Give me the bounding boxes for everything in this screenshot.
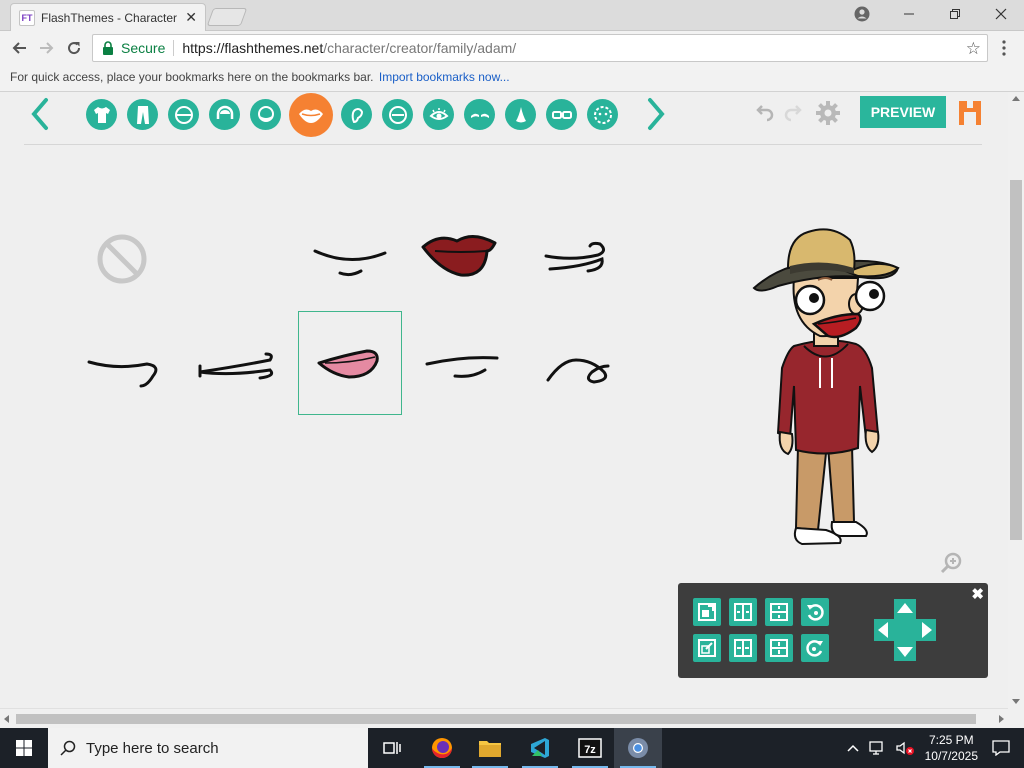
mouth-option-pink-lips[interactable] [298, 311, 402, 415]
eye-shape-category-icon[interactable] [382, 99, 413, 130]
system-tray: 7:25 PM 10/7/2025 [847, 728, 1024, 768]
file-explorer-icon[interactable] [466, 728, 514, 768]
save-icon[interactable] [958, 100, 982, 126]
back-arrow-icon[interactable] [8, 37, 30, 59]
eye-category-icon[interactable] [423, 99, 454, 130]
address-bar[interactable]: Secure https://flashthemes.net/character… [92, 34, 988, 62]
task-view-icon[interactable] [368, 728, 416, 768]
chrome-icon[interactable] [614, 728, 662, 768]
mask-category-icon[interactable] [587, 99, 618, 130]
profile-icon[interactable] [852, 4, 872, 24]
redo-icon[interactable] [782, 102, 802, 122]
tab-strip: FT FlashThemes - Character ✕ [0, 0, 1024, 31]
mouth-option-curl-line[interactable] [525, 207, 629, 311]
url-path: /character/creator/family/adam/ [323, 40, 517, 56]
shrink-horizontal-icon[interactable] [729, 634, 757, 662]
scroll-left-icon[interactable] [4, 715, 9, 723]
mouth-option-smirk-line[interactable] [298, 207, 402, 311]
no-selection-icon [97, 234, 147, 284]
clock-date: 10/7/2025 [924, 749, 978, 763]
preview-button[interactable]: PREVIEW [860, 96, 946, 128]
tab-close-icon[interactable]: ✕ [185, 9, 197, 26]
transform-panel: ✖ [678, 583, 988, 678]
lock-icon [103, 41, 113, 55]
mouth-option-hook-line[interactable] [70, 314, 174, 418]
character-creator-page: PREVIEW ✖ [0, 92, 1008, 708]
windows-start-icon[interactable] [0, 728, 48, 768]
secure-label: Secure [121, 40, 166, 56]
browser-tab[interactable]: FT FlashThemes - Character ✕ [10, 3, 206, 31]
url-host: https://flashthemes.net [182, 40, 324, 56]
horizontal-scroll-thumb[interactable] [16, 714, 976, 724]
close-window-button[interactable] [978, 0, 1024, 28]
scale-down-icon[interactable] [693, 634, 721, 662]
mouth-option-wide-line[interactable] [183, 314, 287, 418]
bookmarks-bar: For quick access, place your bookmarks h… [0, 64, 1024, 92]
ear-category-icon[interactable] [341, 99, 372, 130]
bookmarks-hint: For quick access, place your bookmarks h… [10, 70, 374, 84]
hair-category-icon[interactable] [209, 99, 240, 130]
clock-time: 7:25 PM [928, 733, 974, 747]
bookmark-star-icon[interactable]: ☆ [966, 39, 981, 59]
stretch-horizontal-icon[interactable] [729, 598, 757, 626]
svg-text:7z: 7z [584, 744, 596, 756]
tab-title: FlashThemes - Character [41, 10, 178, 25]
forward-arrow-icon[interactable] [36, 37, 58, 59]
zoom-icon[interactable] [940, 552, 962, 574]
reload-icon[interactable] [63, 37, 85, 59]
rotate-right-icon[interactable] [801, 634, 829, 662]
import-bookmarks-link[interactable]: Import bookmarks now... [379, 70, 510, 84]
mouth-category-icon[interactable] [289, 93, 333, 137]
toolbar-divider [24, 144, 982, 145]
scale-up-icon[interactable] [693, 598, 721, 626]
7zip-icon[interactable]: 7z [566, 728, 614, 768]
new-tab-button[interactable] [206, 8, 248, 26]
restore-button[interactable] [932, 0, 978, 28]
character-preview [752, 228, 900, 546]
taskbar-clock[interactable]: 7:25 PM 10/7/2025 [925, 732, 978, 764]
shirt-category-icon[interactable] [86, 99, 117, 130]
scroll-down-icon[interactable] [1012, 699, 1020, 704]
network-icon[interactable] [868, 740, 887, 756]
facial-hair-category-icon[interactable] [250, 99, 281, 130]
horizontal-scrollbar[interactable] [0, 708, 1008, 728]
category-toolbar [86, 93, 628, 137]
mouth-option-dark-red-lips[interactable] [410, 207, 514, 311]
flashthemes-favicon-icon: FT [19, 9, 35, 26]
chevron-up-icon[interactable] [847, 743, 859, 753]
pants-category-icon[interactable] [127, 99, 158, 130]
position-dpad [874, 599, 936, 661]
vertical-scrollbar[interactable] [1008, 92, 1024, 708]
rotate-left-icon[interactable] [801, 598, 829, 626]
taskbar-search-placeholder: Type here to search [86, 739, 219, 757]
scroll-right-icon[interactable] [999, 715, 1004, 723]
scroll-up-icon[interactable] [1012, 96, 1020, 101]
browser-toolbar: Secure https://flashthemes.net/character… [0, 31, 1024, 64]
notification-icon[interactable] [992, 740, 1010, 756]
mouth-option-flat-line[interactable] [410, 314, 514, 418]
shrink-vertical-icon[interactable] [765, 634, 793, 662]
mouth-option-none[interactable] [70, 207, 174, 311]
glasses-category-icon[interactable] [546, 99, 577, 130]
firefox-icon[interactable] [418, 728, 466, 768]
close-panel-icon[interactable]: ✖ [971, 585, 984, 603]
vertical-scroll-thumb[interactable] [1010, 180, 1022, 540]
chrome-menu-icon[interactable] [997, 40, 1011, 56]
category-next-arrow-icon[interactable] [644, 96, 668, 132]
category-prev-arrow-icon[interactable] [28, 96, 52, 132]
gear-icon[interactable] [815, 100, 841, 126]
eyebrow-category-icon[interactable] [464, 99, 495, 130]
undo-icon[interactable] [756, 102, 776, 122]
search-icon [60, 740, 76, 756]
taskbar-search-box[interactable]: Type here to search [48, 728, 368, 768]
face-shape-category-icon[interactable] [168, 99, 199, 130]
minimize-button[interactable] [886, 0, 932, 28]
stretch-vertical-icon[interactable] [765, 598, 793, 626]
mouth-option-wave-line[interactable] [525, 314, 629, 418]
vs-code-insiders-icon[interactable] [516, 728, 564, 768]
nose-category-icon[interactable] [505, 99, 536, 130]
volume-muted-icon[interactable] [895, 740, 915, 756]
omnibox-separator [173, 40, 175, 56]
windows-taskbar: Type here to search 7z 7:25 PM 10/7/2025 [0, 728, 1024, 768]
